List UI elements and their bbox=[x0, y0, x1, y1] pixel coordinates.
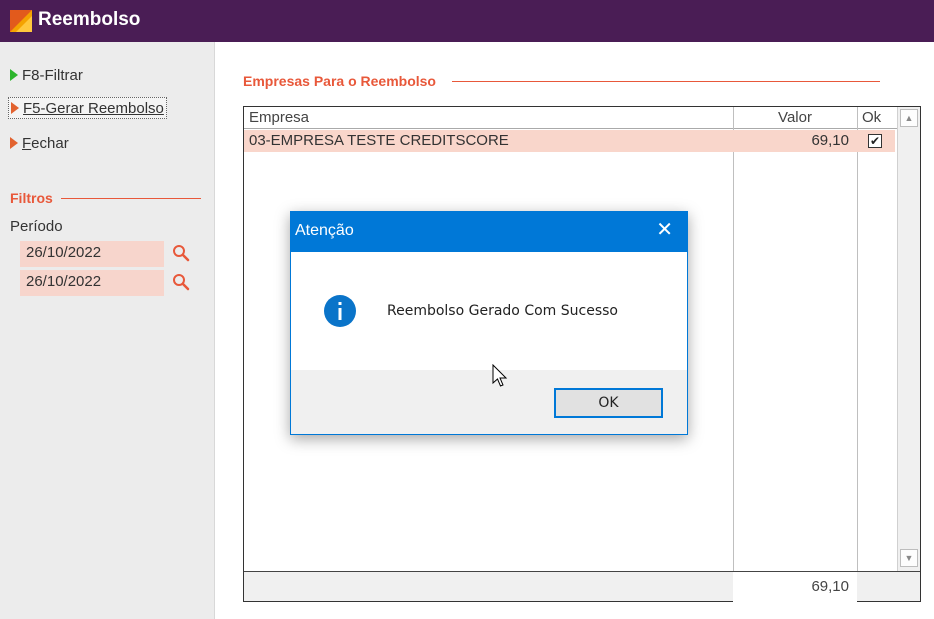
column-divider bbox=[857, 107, 858, 571]
play-arrow-icon bbox=[11, 102, 19, 114]
totals-row: 69,10 bbox=[244, 571, 920, 602]
column-divider bbox=[733, 107, 734, 571]
dialog-message: Reembolso Gerado Com Sucesso bbox=[387, 303, 618, 319]
app-logo-icon bbox=[10, 10, 32, 32]
sidebar-item-filtrar[interactable]: F8-Filtrar bbox=[10, 64, 83, 86]
companies-title-text: Empresas Para o Reembolso bbox=[243, 73, 436, 89]
dialog-body: Reembolso Gerado Com Sucesso bbox=[291, 252, 687, 370]
vertical-scrollbar[interactable]: ▲ ▼ bbox=[897, 107, 920, 571]
table-row[interactable]: 03-EMPRESA TESTE CREDITSCORE 69,10 ✔ bbox=[244, 130, 895, 152]
play-arrow-icon bbox=[10, 137, 18, 149]
scroll-up-icon[interactable]: ▲ bbox=[900, 109, 918, 127]
sidebar-item-gerar-reembolso[interactable]: F5-Gerar Reembolso bbox=[8, 97, 167, 119]
message-dialog: Atenção ✕ Reembolso Gerado Com Sucesso O… bbox=[290, 211, 688, 435]
column-header-empresa[interactable]: Empresa bbox=[244, 107, 733, 129]
mouse-cursor-icon bbox=[492, 364, 508, 387]
section-divider bbox=[451, 80, 880, 82]
info-icon bbox=[324, 295, 356, 327]
filters-section-title: Filtros bbox=[10, 190, 201, 206]
period-label: Período bbox=[10, 218, 63, 235]
ok-button[interactable]: OK bbox=[554, 388, 663, 418]
dialog-footer: OK bbox=[291, 370, 687, 434]
sidebar-item-fechar[interactable]: Fechar bbox=[10, 132, 69, 154]
total-valor: 69,10 bbox=[733, 572, 857, 602]
search-icon[interactable] bbox=[172, 244, 190, 262]
dialog-titlebar[interactable]: Atenção ✕ bbox=[291, 212, 687, 252]
companies-section-title: Empresas Para o Reembolso bbox=[243, 73, 880, 89]
date-end-field[interactable]: 26/10/2022 bbox=[20, 270, 164, 296]
ok-checkbox[interactable]: ✔ bbox=[868, 134, 882, 148]
sidebar-item-label: F8-Filtrar bbox=[22, 66, 83, 84]
cell-empresa: 03-EMPRESA TESTE CREDITSCORE bbox=[249, 132, 509, 149]
date-start-field[interactable]: 26/10/2022 bbox=[20, 241, 164, 267]
sidebar: F8-Filtrar F5-Gerar Reembolso Fechar Fil… bbox=[0, 42, 215, 619]
sidebar-item-label: F5-Gerar Reembolso bbox=[23, 99, 164, 117]
column-header-valor[interactable]: Valor bbox=[733, 107, 857, 129]
scroll-down-icon[interactable]: ▼ bbox=[900, 549, 918, 567]
filters-title-text: Filtros bbox=[10, 190, 53, 206]
window-titlebar: Reembolso bbox=[0, 0, 934, 42]
search-icon[interactable] bbox=[172, 273, 190, 291]
sidebar-item-label: Fechar bbox=[22, 134, 69, 152]
dialog-title: Atenção bbox=[295, 222, 354, 239]
cell-valor: 69,10 bbox=[811, 132, 849, 149]
column-header-ok[interactable]: Ok bbox=[857, 107, 897, 129]
close-icon[interactable]: ✕ bbox=[656, 220, 673, 240]
section-divider bbox=[60, 197, 201, 199]
play-arrow-icon bbox=[10, 69, 18, 81]
window-title: Reembolso bbox=[38, 9, 141, 30]
grid-header: Empresa Valor Ok bbox=[244, 107, 920, 129]
